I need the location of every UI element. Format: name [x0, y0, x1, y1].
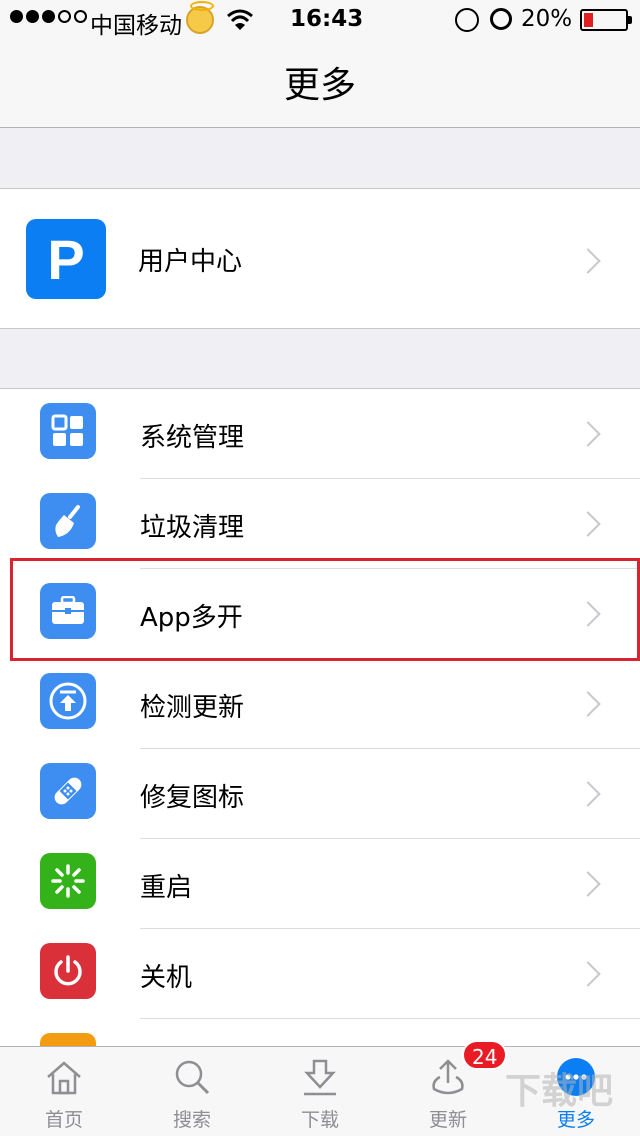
- battery-percent: 20%: [521, 6, 573, 32]
- wifi-icon: [227, 9, 253, 30]
- p-logo-icon: P: [26, 219, 106, 299]
- alarm-icon: [490, 8, 512, 30]
- menu-item-repair-icons[interactable]: 修复图标: [0, 749, 640, 839]
- menu-item-shutdown[interactable]: 关机: [0, 929, 640, 1019]
- menu-item-label: 重启: [140, 873, 193, 903]
- page-title: 更多: [283, 65, 356, 106]
- chevron-right-icon: [575, 248, 601, 274]
- update-icon: [432, 1059, 464, 1095]
- bandage-icon: [40, 763, 96, 819]
- menu-item-system-management[interactable]: 系统管理: [0, 389, 640, 479]
- watermark-text: 下载吧: [505, 1071, 614, 1112]
- menu-group: 系统管理 垃圾清理 App多开 检测更新 修复图标 重启 关机: [0, 388, 640, 1049]
- broom-icon: [40, 493, 96, 549]
- menu-item-label: 系统管理: [140, 423, 245, 453]
- upload-arrow-icon: [40, 673, 96, 729]
- clock-time: 16:43: [290, 6, 364, 32]
- spinner-icon: [40, 853, 96, 909]
- tab-label: 搜索: [172, 1109, 211, 1131]
- user-center-row[interactable]: P 用户中心: [0, 189, 640, 330]
- power-icon: [40, 943, 96, 999]
- menu-item-label: 修复图标: [140, 783, 245, 813]
- signal-strength-icon: [10, 10, 87, 23]
- carrier-name: 中国移动: [90, 13, 182, 39]
- tab-label: 更新: [428, 1109, 467, 1131]
- menu-item-label: 垃圾清理: [140, 513, 245, 543]
- grid-icon: [40, 403, 96, 459]
- update-count-badge: 24: [462, 1040, 508, 1070]
- chevron-right-icon: [575, 511, 601, 537]
- user-center-label: 用户中心: [138, 247, 243, 277]
- status-bar: 中国移动 16:43 20%: [0, 0, 640, 40]
- highlight-box: [10, 558, 640, 661]
- tab-label: 下载: [300, 1109, 339, 1131]
- menu-item-label: 关机: [140, 963, 193, 993]
- tab-search[interactable]: 搜索: [128, 1047, 256, 1136]
- top-bar: 中国移动 16:43 20% 更多: [0, 0, 640, 128]
- menu-item-junk-cleanup[interactable]: 垃圾清理: [0, 479, 640, 569]
- chevron-right-icon: [575, 961, 601, 987]
- tab-label: 首页: [44, 1109, 83, 1131]
- menu-item-check-update[interactable]: 检测更新: [0, 659, 640, 749]
- tab-download[interactable]: 下载: [256, 1047, 384, 1136]
- chevron-right-icon: [575, 691, 601, 717]
- chevron-right-icon: [575, 421, 601, 447]
- rotation-lock-icon: [455, 8, 479, 32]
- search-icon: [175, 1060, 210, 1095]
- menu-item-label: 检测更新: [140, 693, 245, 723]
- angel-emoji-icon: [186, 1, 214, 34]
- tab-home[interactable]: 首页: [0, 1047, 128, 1136]
- chevron-right-icon: [575, 781, 601, 807]
- home-icon: [47, 1061, 81, 1095]
- chevron-right-icon: [575, 871, 601, 897]
- menu-item-partial[interactable]: [0, 1019, 640, 1049]
- battery-icon: [580, 9, 632, 31]
- menu-item-restart[interactable]: 重启: [0, 839, 640, 929]
- download-icon: [304, 1059, 336, 1096]
- user-center-group: P 用户中心: [0, 188, 640, 329]
